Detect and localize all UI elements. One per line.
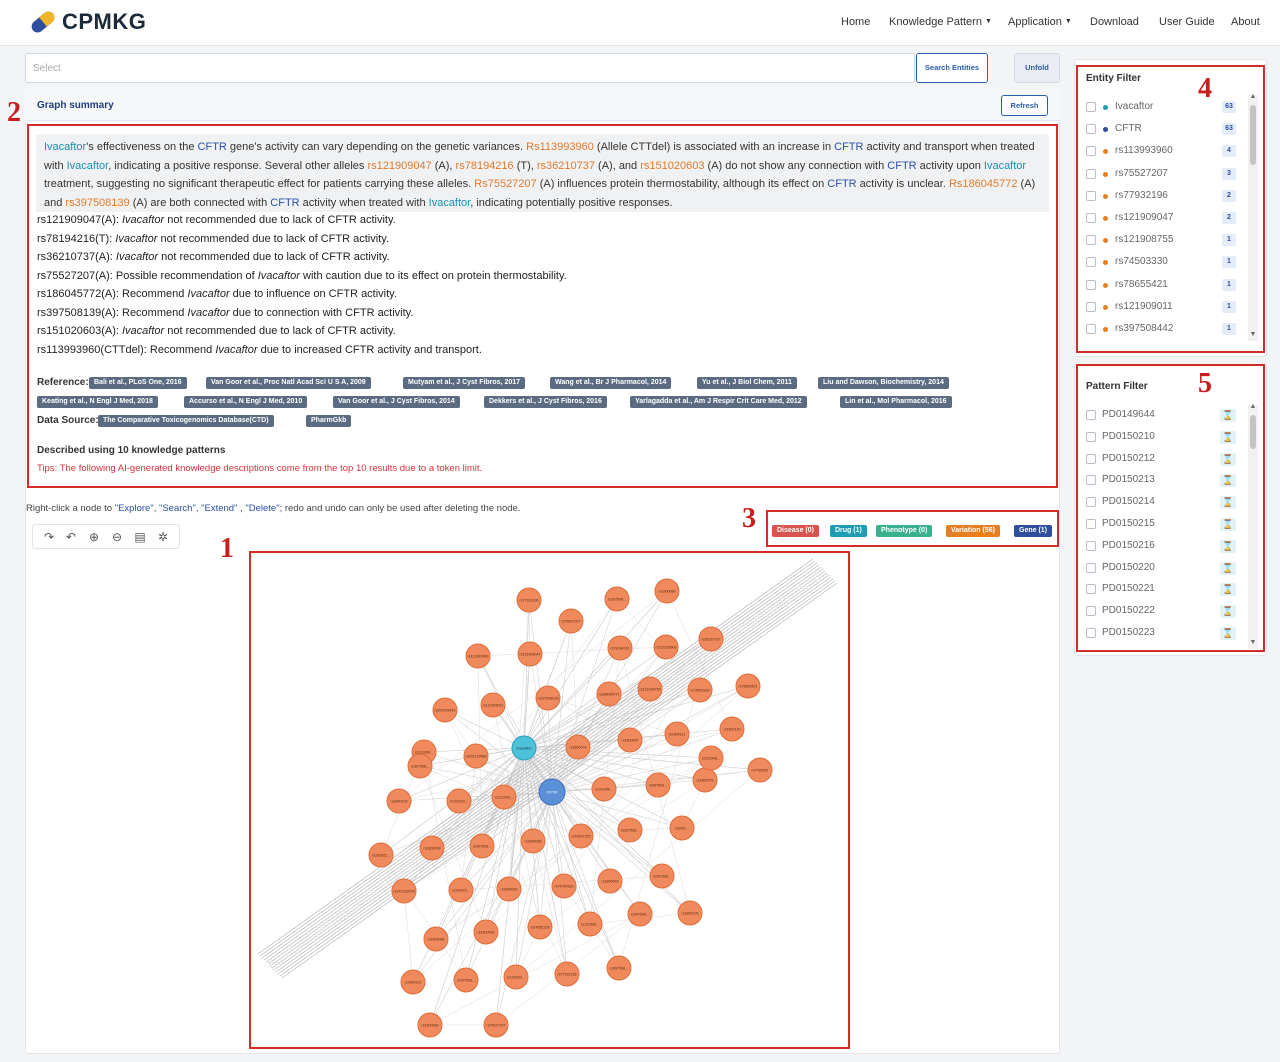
zoom-out-icon[interactable]: ⊖ bbox=[110, 530, 124, 544]
help-prefix: Right-click a node to bbox=[26, 503, 115, 514]
search-entities-button[interactable]: Search Entities bbox=[916, 53, 988, 83]
entity-search-select[interactable]: Select bbox=[25, 53, 915, 83]
annotation-number-2: 2 bbox=[7, 97, 21, 128]
help-delete: "Delete" bbox=[245, 503, 280, 514]
annotation-number-1: 1 bbox=[220, 533, 234, 564]
help-extend: "Extend" bbox=[201, 503, 238, 514]
help-search: "Search" bbox=[158, 503, 196, 514]
brand-name[interactable]: CPMKG bbox=[62, 9, 146, 35]
export-icon[interactable]: ▤ bbox=[133, 530, 147, 544]
annotation-number-5: 5 bbox=[1198, 368, 1212, 399]
annotation-number-3: 3 bbox=[742, 503, 756, 534]
annotation-number-4: 4 bbox=[1198, 73, 1212, 104]
nav-download[interactable]: Download bbox=[1090, 16, 1139, 28]
nav-knowledge-pattern-label: Knowledge Pattern bbox=[889, 16, 982, 28]
logo-icon[interactable] bbox=[26, 6, 60, 38]
annotation-box-pattern-filter bbox=[1076, 364, 1265, 652]
help-explore: "Explore" bbox=[114, 503, 154, 514]
nav-user-guide[interactable]: User Guide bbox=[1159, 16, 1215, 28]
nav-about[interactable]: About bbox=[1231, 16, 1260, 28]
help-suffix: ; redo and undo can only be used after d… bbox=[279, 503, 521, 514]
nav-home[interactable]: Home bbox=[841, 16, 870, 28]
annotation-box-legend bbox=[766, 510, 1059, 547]
unfold-button[interactable]: Unfold bbox=[1014, 53, 1060, 83]
undo-icon[interactable]: ↶ bbox=[64, 530, 78, 544]
annotation-box-entity-filter bbox=[1076, 65, 1265, 353]
nav-knowledge-pattern[interactable]: Knowledge Pattern ▼ bbox=[889, 16, 992, 28]
graph-toolbar: ↷ ↶ ⊕ ⊖ ▤ ✲ bbox=[32, 524, 180, 549]
graph-summary-header: Graph summary bbox=[25, 89, 1060, 121]
redo-icon[interactable]: ↷ bbox=[42, 530, 56, 544]
layout-icon[interactable]: ✲ bbox=[156, 530, 170, 544]
graph-summary-title: Graph summary bbox=[37, 100, 114, 111]
search-placeholder: Select bbox=[33, 63, 61, 74]
nav-application[interactable]: Application ▼ bbox=[1008, 16, 1072, 28]
annotation-box-summary bbox=[27, 124, 1058, 488]
zoom-in-icon[interactable]: ⊕ bbox=[87, 530, 101, 544]
annotation-box-graph bbox=[249, 551, 850, 1049]
graph-help-text: Right-click a node to "Explore", "Search… bbox=[26, 503, 521, 514]
navbar: CPMKG Home Knowledge Pattern ▼ Applicatio… bbox=[0, 0, 1280, 46]
caret-down-icon: ▼ bbox=[1064, 18, 1072, 25]
caret-down-icon: ▼ bbox=[984, 18, 992, 25]
refresh-button[interactable]: Refresh bbox=[1001, 95, 1048, 116]
nav-application-label: Application bbox=[1008, 16, 1062, 28]
